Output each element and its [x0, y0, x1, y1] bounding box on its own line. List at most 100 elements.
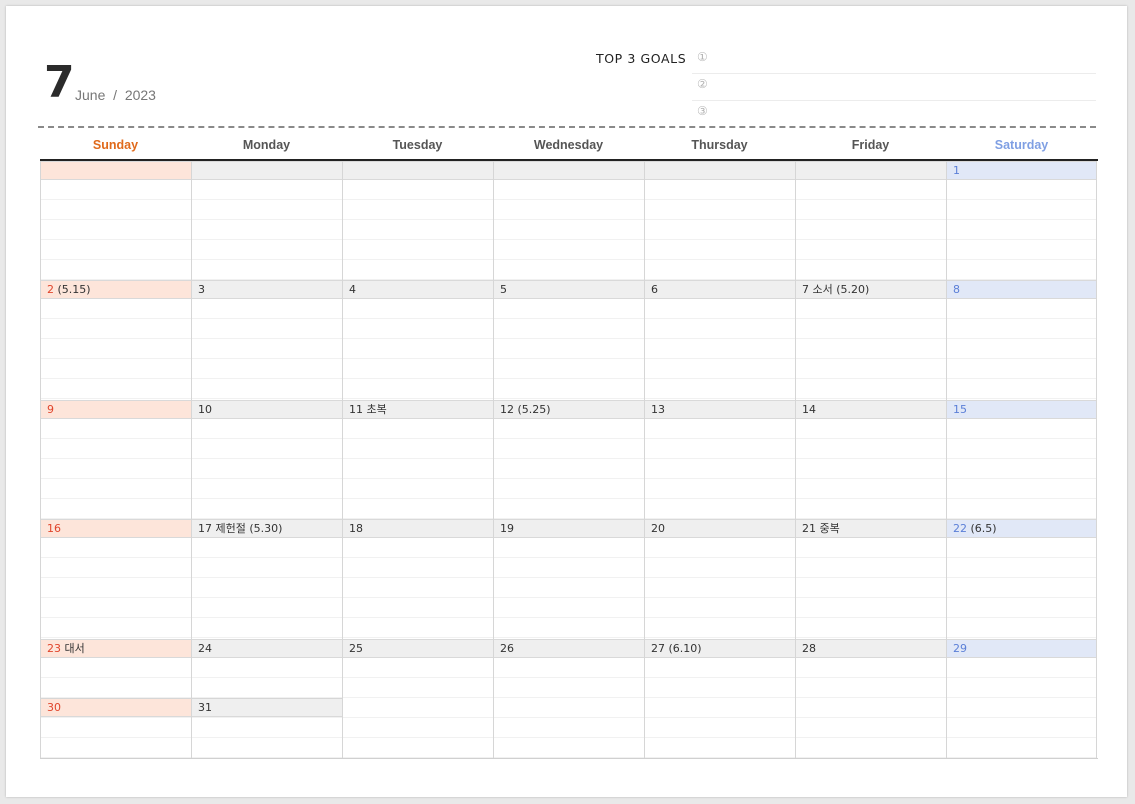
date-number: 6: [651, 283, 658, 297]
month-year-separator: /: [113, 87, 118, 103]
day-cell[interactable]: [40, 161, 191, 281]
goal-row-3[interactable]: ③: [692, 100, 1096, 127]
day-cell[interactable]: 10: [191, 399, 342, 520]
date-number: 5: [500, 283, 507, 297]
date-bar: 4: [343, 280, 493, 300]
date-number: 13: [651, 402, 665, 416]
goal-marker-2: ②: [697, 77, 708, 91]
goal-row-2[interactable]: ②: [692, 73, 1096, 101]
day-cell[interactable]: 13: [644, 399, 795, 520]
date-number: 11: [349, 402, 363, 416]
date-bar: [796, 161, 946, 180]
day-cell[interactable]: [644, 161, 795, 281]
date-bar: 13: [645, 399, 795, 419]
day-cell[interactable]: 15: [946, 399, 1097, 520]
goal-row-1[interactable]: ①: [692, 46, 1096, 74]
date-number: 31: [198, 700, 212, 714]
date-number: 2: [47, 283, 54, 297]
weekday-monday: Monday: [242, 138, 291, 152]
date-note: 대서: [64, 641, 85, 655]
day-cell[interactable]: 29: [946, 638, 1097, 758]
date-bar: [192, 161, 342, 180]
weekday-tuesday: Tuesday: [392, 138, 443, 152]
day-cell[interactable]: 1: [946, 161, 1097, 281]
date-bar: 10: [192, 399, 342, 419]
date-note: 중복: [819, 522, 840, 536]
day-cell[interactable]: [493, 161, 644, 281]
date-number: 28: [802, 641, 816, 655]
date-bar: 15: [947, 399, 1096, 419]
day-cell[interactable]: 19: [493, 519, 644, 639]
date-number: 24: [198, 641, 212, 655]
header-divider: [38, 126, 1096, 128]
date-bar: 22 (6.5): [947, 519, 1096, 539]
day-cell[interactable]: [342, 161, 493, 281]
date-number: 8: [953, 283, 960, 297]
goals-title: TOP 3 GOALS: [596, 51, 687, 66]
day-cell[interactable]: 16: [40, 519, 191, 639]
date-bar: 24: [192, 638, 342, 658]
day-cell[interactable]: 18: [342, 519, 493, 639]
weekday-friday: Friday: [851, 138, 890, 152]
day-cell[interactable]: 24 31: [191, 638, 342, 758]
weekday-sunday: Sunday: [92, 138, 139, 152]
day-cell[interactable]: [191, 161, 342, 281]
day-cell[interactable]: [795, 161, 946, 281]
date-bar: 7 소서 (5.20): [796, 280, 946, 300]
weekday-saturday: Saturday: [994, 138, 1049, 152]
date-number: 14: [802, 402, 816, 416]
day-cell[interactable]: 28: [795, 638, 946, 758]
date-number: 4: [349, 283, 356, 297]
day-cell[interactable]: 25: [342, 638, 493, 758]
date-bar: 9: [41, 399, 191, 419]
date-number: 7: [802, 283, 809, 297]
day-cell[interactable]: 21 중복: [795, 519, 946, 639]
day-cell[interactable]: 20: [644, 519, 795, 639]
day-cell[interactable]: 9: [40, 399, 191, 520]
date-number: 3: [198, 283, 205, 297]
day-cell[interactable]: 22 (6.5): [946, 519, 1097, 639]
date-number: 27: [651, 641, 665, 655]
date-bar: [343, 161, 493, 180]
calendar-grid: 12 (5.15) 3 4 5 6 7 소서 (5.20) 8 9 10 11 초복 12 (5.2…: [40, 161, 1098, 759]
date-bar: 26: [494, 638, 644, 658]
date-bar: 21 중복: [796, 519, 946, 539]
day-cell[interactable]: 5: [493, 280, 644, 400]
month-name: June: [75, 87, 106, 103]
day-cell[interactable]: 23 대서 30: [40, 638, 191, 758]
day-cell[interactable]: 12 (5.25): [493, 399, 644, 520]
day-cell[interactable]: 17 제헌절 (5.30): [191, 519, 342, 639]
date-number: 17: [198, 522, 212, 536]
date-number: 1: [953, 164, 960, 177]
day-cell[interactable]: 27 (6.10): [644, 638, 795, 758]
goal-marker-3: ③: [697, 104, 708, 118]
date-bar: [494, 161, 644, 180]
date-bar: 8: [947, 280, 1096, 300]
day-cell[interactable]: 6: [644, 280, 795, 400]
date-number: 12: [500, 402, 514, 416]
date-bar: 31: [192, 697, 342, 717]
date-number: 20: [651, 522, 665, 536]
day-cell[interactable]: 14: [795, 399, 946, 520]
day-cell[interactable]: 2 (5.15): [40, 280, 191, 400]
date-number: 21: [802, 522, 816, 536]
date-note: 초복: [366, 402, 387, 416]
date-note: (5.25): [517, 402, 551, 416]
weekday-header: Sunday Monday Tuesday Wednesday Thursday…: [40, 135, 1098, 159]
date-bar: 1: [947, 161, 1096, 180]
day-cell[interactable]: 3: [191, 280, 342, 400]
day-cell[interactable]: 11 초복: [342, 399, 493, 520]
day-cell[interactable]: 4: [342, 280, 493, 400]
date-bar: 11 초복: [343, 399, 493, 419]
date-bar: 20: [645, 519, 795, 539]
month-year-label: June / 2023: [75, 87, 156, 103]
date-bar: 5: [494, 280, 644, 300]
date-bar: 27 (6.10): [645, 638, 795, 658]
day-cell[interactable]: 7 소서 (5.20): [795, 280, 946, 400]
date-number: 25: [349, 641, 363, 655]
day-cell[interactable]: 8: [946, 280, 1097, 400]
date-bar: 17 제헌절 (5.30): [192, 519, 342, 539]
weekday-wednesday: Wednesday: [533, 138, 604, 152]
day-cell[interactable]: 26: [493, 638, 644, 758]
date-number: 29: [953, 641, 967, 655]
